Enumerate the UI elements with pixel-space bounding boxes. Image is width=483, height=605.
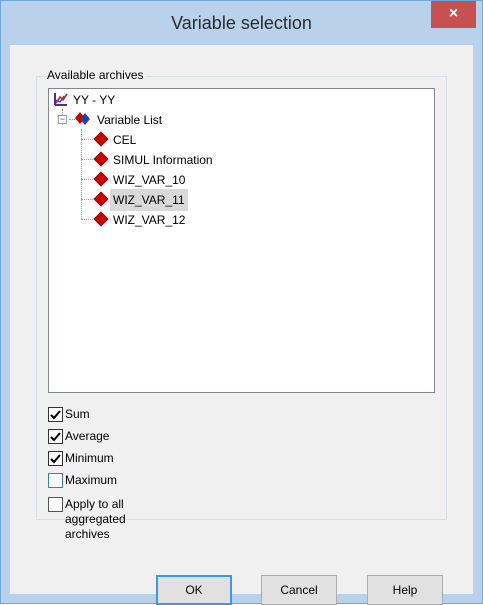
archive-icon bbox=[54, 93, 68, 106]
dialog-window: Variable selection × Available archives bbox=[0, 0, 483, 605]
close-icon[interactable]: × bbox=[449, 5, 458, 22]
average-checkbox[interactable] bbox=[48, 429, 63, 444]
maximum-label[interactable]: Maximum bbox=[65, 473, 117, 488]
close-button[interactable]: × bbox=[431, 1, 476, 28]
dialog-client-area: Available archives YY - YY − Variable Li… bbox=[10, 45, 473, 605]
variable-diamond-icon bbox=[93, 191, 109, 207]
minus-icon[interactable]: − bbox=[60, 114, 65, 124]
tree-collapse-toggle[interactable]: − bbox=[58, 115, 67, 124]
tree-node-label[interactable]: Variable List bbox=[94, 109, 165, 131]
dialog-title: Variable selection bbox=[171, 13, 312, 33]
tree-connector bbox=[81, 199, 93, 200]
group-label: Available archives bbox=[45, 68, 146, 82]
minimum-checkbox[interactable] bbox=[48, 451, 63, 466]
sum-label[interactable]: Sum bbox=[65, 407, 90, 422]
variable-diamond-icon bbox=[93, 171, 109, 187]
tree-item-label[interactable]: WIZ_VAR_10 bbox=[110, 169, 188, 191]
average-label[interactable]: Average bbox=[65, 429, 109, 444]
check-icon bbox=[50, 454, 61, 464]
tree-item-label[interactable]: SIMUL Information bbox=[110, 149, 216, 171]
check-icon bbox=[50, 410, 61, 420]
tree-root-label[interactable]: YY - YY bbox=[70, 89, 118, 111]
tree-item-label-selected[interactable]: WIZ_VAR_11 bbox=[110, 189, 188, 211]
available-archives-group: Available archives YY - YY − Variable Li… bbox=[36, 68, 447, 541]
variable-diamond-icon bbox=[93, 151, 109, 167]
title-bar: Variable selection × bbox=[1, 1, 482, 45]
check-icon bbox=[50, 432, 61, 442]
sum-checkbox[interactable] bbox=[48, 407, 63, 422]
tree-connector bbox=[81, 139, 93, 140]
help-button[interactable]: Help bbox=[367, 575, 443, 605]
variable-diamond-icon bbox=[93, 211, 109, 227]
apply-all-checkbox[interactable] bbox=[48, 497, 63, 512]
variable-diamond-icon bbox=[93, 131, 109, 147]
tree-item-label[interactable]: WIZ_VAR_12 bbox=[110, 209, 188, 231]
variable-list-icon bbox=[75, 112, 90, 125]
minimum-label[interactable]: Minimum bbox=[65, 451, 114, 466]
ok-button[interactable]: OK bbox=[156, 575, 232, 605]
cancel-button[interactable]: Cancel bbox=[261, 575, 337, 605]
tree-connector bbox=[81, 179, 93, 180]
tree-item-label[interactable]: CEL bbox=[110, 129, 139, 151]
archive-tree[interactable]: YY - YY − Variable List CEL SIMUL Inform… bbox=[48, 88, 435, 393]
tree-connector bbox=[81, 159, 93, 160]
tree-connector bbox=[81, 219, 93, 220]
tree-connector bbox=[81, 129, 82, 219]
apply-all-label[interactable]: Apply to all aggregated archives bbox=[65, 497, 126, 542]
maximum-checkbox[interactable] bbox=[48, 473, 63, 488]
